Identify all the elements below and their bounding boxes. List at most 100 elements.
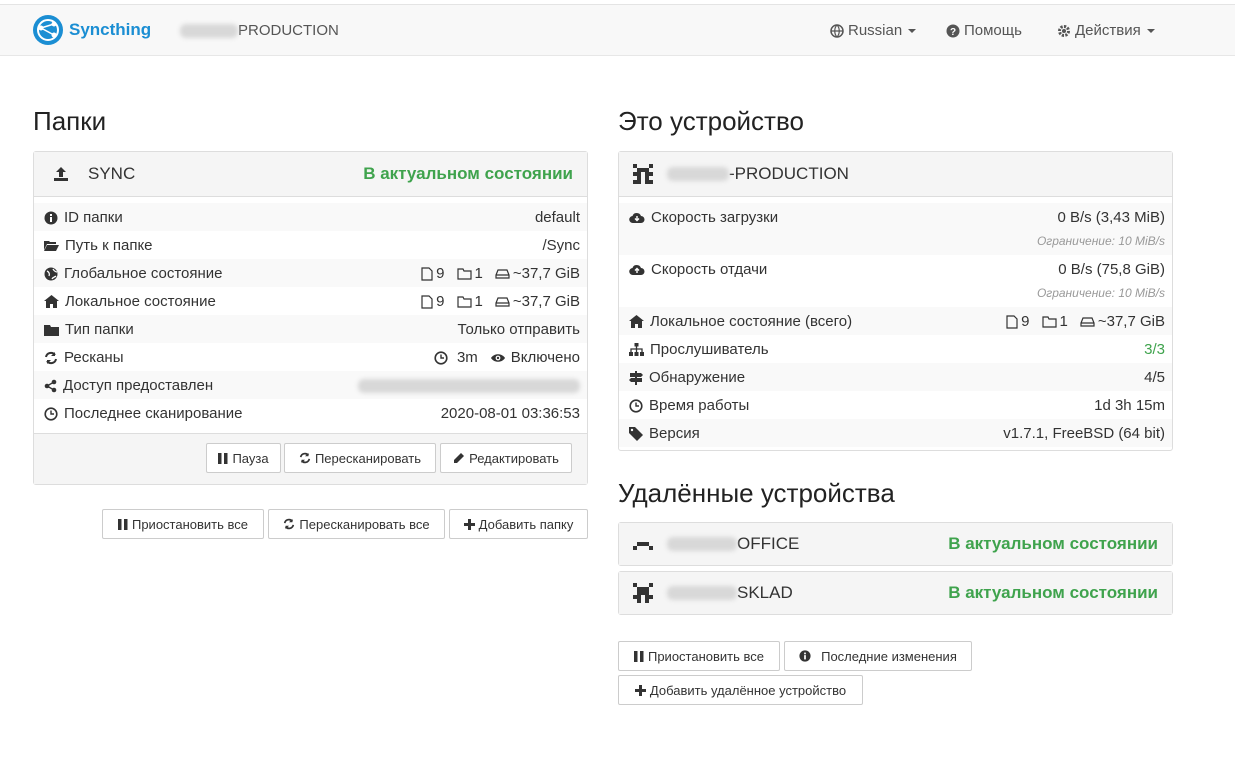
device-identicon [633,583,653,603]
info-circle-icon [44,211,58,224]
discovery-value: 4/5 [1144,369,1165,386]
pencil-icon [454,453,465,463]
recent-changes-button[interactable]: Последние изменения [784,641,972,671]
caret-down-icon [1146,28,1155,33]
global-size: ~37,7 GiB [512,265,580,282]
pause-all-devices-button[interactable]: Приостановить все [618,641,780,671]
edit-folder-button[interactable]: Редактировать [440,443,572,473]
redacted-device-list [358,379,580,393]
plus-icon [463,518,475,530]
uptime-label: Время работы [649,397,750,414]
actions-label: Действия [1075,22,1141,39]
refresh-icon [284,518,295,530]
this-device-title: -PRODUCTION [633,164,849,184]
caret-down-icon [908,28,917,33]
file-icon [421,294,433,309]
this-device-name-suffix: -PRODUCTION [729,164,849,183]
device-identicon [633,164,653,184]
global-files: 9 [436,265,445,282]
upload-icon [54,167,68,181]
globe-icon [830,23,844,38]
help-link[interactable]: ? Помощь [946,22,1022,39]
pause-icon [633,650,644,662]
remote-device-status: В актуальном состоянии [948,534,1158,553]
remote-device-status: В актуальном состоянии [948,583,1158,602]
folder-panel: SYNC В актуальном состоянии ID папки def… [33,151,588,485]
this-device-header[interactable]: -PRODUCTION [619,152,1172,197]
rescan-folder-button[interactable]: Пересканировать [284,443,436,473]
download-rate-row: Скорость загрузки 0 B/s (3,43 MiB) Огран… [619,203,1172,255]
folder-type-value: Только отправить [457,321,580,338]
this-device-panel: -PRODUCTION Скорость загрузки 0 B/s (3,4… [618,151,1173,451]
redacted-text [180,23,238,38]
add-remote-device-label: Добавить удалённое устройство [649,682,847,698]
folder-path-label: Путь к папке [65,237,153,254]
home-icon [44,295,59,308]
folder-details: ID папки default Путь к папке /Sync Глоб… [34,197,587,427]
actions-dropdown[interactable]: Действия [1057,22,1155,39]
folder-panel-footer: Пауза Пересканировать Редактировать [34,433,587,484]
rescan-interval: 3m [456,349,478,366]
global-state-label: Глобальное состояние [64,265,223,282]
last-scan-row: Последнее сканирование 2020-08-01 03:36:… [34,399,587,427]
clock-icon [629,398,643,413]
listeners-row: Прослушиватель 3/3 [619,335,1172,363]
rescan-label: Ресканы [64,349,124,366]
discovery-row: Обнаружение 4/5 [619,363,1172,391]
rescan-all-button[interactable]: Пересканировать все [268,509,445,539]
download-limit: Ограничение: 10 MiB/s [1036,234,1165,248]
folder-panel-header[interactable]: SYNC В актуальном состоянии [34,152,587,197]
rescan-row: Ресканы 3m Включено [34,343,587,371]
refresh-icon [45,351,57,364]
shared-with-row: Доступ предоставлен [34,371,587,399]
local-dirs: 1 [474,293,483,310]
brand-logo[interactable]: Syncthing [32,13,151,47]
remote-device-title: OFFICE [633,534,799,554]
pause-all-devices-label: Приостановить все [647,648,764,664]
last-scan-value: 2020-08-01 03:36:53 [440,405,580,422]
pause-all-folders-button[interactable]: Приостановить все [102,509,264,539]
redacted-text [667,537,737,551]
last-scan-label: Последнее сканирование [64,405,243,422]
device-local-size: ~37,7 GiB [1097,313,1165,330]
version-value: v1.7.1, FreeBSD (64 bit) [1003,425,1165,442]
version-row: Версия v1.7.1, FreeBSD (64 bit) [619,419,1172,447]
add-folder-label: Добавить папку [478,516,574,532]
syncthing-logo-icon [33,15,63,45]
question-circle-icon: ? [946,24,960,38]
local-state-row: Локальное состояние 9 1 ~37,7 GiB [34,287,587,315]
edit-folder-label: Редактировать [469,450,559,466]
info-circle-icon [799,650,811,662]
folder-status: В актуальном состоянии [363,164,573,183]
remote-device-header[interactable]: OFFICE В актуальном состоянии [619,523,1172,565]
remote-device-panel: SKLAD В актуальном состоянии [618,571,1173,615]
language-label: Russian [848,22,903,39]
remote-devices-heading: Удалённые устройства [618,478,895,508]
folder-open-icon [44,241,59,251]
remote-device-title: SKLAD [633,583,793,603]
rescan-all-label: Пересканировать все [299,516,430,532]
add-folder-button[interactable]: Добавить папку [449,509,588,539]
navbar: Syncthing PRODUCTION Russian ? Помощь Де… [0,5,1235,56]
remote-device-name: SKLAD [737,583,793,602]
folder-id-row: ID папки default [34,203,587,231]
gear-icon [1058,24,1070,37]
language-dropdown[interactable]: Russian [830,22,917,39]
eye-icon [490,353,505,362]
pause-folder-button[interactable]: Пауза [206,443,281,473]
add-remote-device-button[interactable]: Добавить удалённое устройство [618,675,863,705]
clock-icon [434,350,448,365]
hdd-icon [495,268,510,279]
remote-device-header[interactable]: SKLAD В актуальном состоянии [619,572,1172,614]
this-device-heading: Это устройство [618,106,804,136]
folder-path-row: Путь к папке /Sync [34,231,587,259]
recent-changes-label: Последние изменения [821,648,957,664]
local-state-label: Локальное состояние [65,293,216,310]
local-size: ~37,7 GiB [512,293,580,310]
cloud-download-icon [629,212,645,223]
globe-icon [44,267,58,280]
device-identicon [633,542,653,550]
clock-icon [44,406,58,421]
folder-path-value: /Sync [542,237,580,254]
device-name-suffix: PRODUCTION [238,22,339,39]
